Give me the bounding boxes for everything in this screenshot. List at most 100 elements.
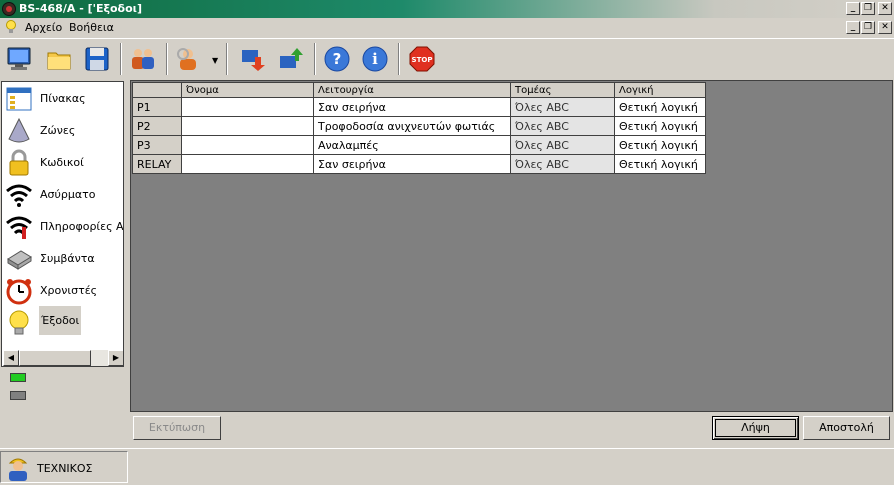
sidebar-item-events[interactable]: Συμβάντα: [2, 243, 123, 275]
table-row[interactable]: P1 Σαν σειρήνα Όλες ABC Θετική λογική: [132, 97, 706, 117]
sector-cell[interactable]: Όλες ABC: [510, 97, 615, 117]
toolbar-separator: [120, 43, 122, 75]
wireless-info-icon: [5, 213, 33, 241]
sidebar-item-label: Ασύρματο: [40, 188, 96, 201]
menu-bar: Αρχείο Βοήθεια _ ❐ ✕: [0, 18, 894, 37]
sector-cell[interactable]: Όλες ABC: [510, 135, 615, 155]
column-header-function[interactable]: Λειτουργία: [313, 82, 511, 98]
sidebar-item-label: Κωδικοί: [40, 156, 84, 169]
user-role-label: ΤΕΧΝΙΚΟΣ: [37, 462, 93, 475]
menu-help[interactable]: Βοήθεια: [69, 21, 114, 34]
wireless-icon: [5, 181, 33, 209]
table-header-row: Όνομα Λειτουργία Τομέας Λογική: [132, 82, 706, 98]
toolbar-separator: [314, 43, 316, 75]
function-cell[interactable]: Σαν σειρήνα: [313, 154, 511, 174]
svg-text:?: ?: [333, 50, 342, 68]
outputs-table: Όνομα Λειτουργία Τομέας Λογική P1 Σαν σει…: [132, 82, 706, 174]
send-button[interactable]: Αποστολή: [803, 416, 890, 440]
name-cell[interactable]: [181, 154, 314, 174]
padlock-icon: [5, 149, 33, 177]
name-cell[interactable]: [181, 116, 314, 136]
help-icon[interactable]: ?: [320, 42, 354, 76]
computer-icon[interactable]: [2, 42, 36, 76]
column-header-id: [132, 82, 182, 98]
column-header-logic[interactable]: Λογική: [614, 82, 706, 98]
child-restore-icon[interactable]: ❐: [861, 21, 875, 34]
users-icon[interactable]: [126, 42, 160, 76]
sidebar-item-timers[interactable]: Χρονιστές: [2, 275, 123, 307]
sidebar-item-zones[interactable]: Ζώνες: [2, 115, 123, 147]
user-settings-icon[interactable]: [172, 42, 206, 76]
title-bar: BS-468/A - ['Εξοδοι] _ ❐ ✕: [0, 0, 894, 18]
scroll-left-icon[interactable]: ◀: [3, 350, 19, 366]
row-id-cell: P1: [132, 97, 182, 117]
download-icon[interactable]: [236, 42, 270, 76]
alarm-clock-icon: [5, 277, 33, 305]
print-button[interactable]: Εκτύπωση: [133, 416, 221, 440]
name-cell[interactable]: [181, 97, 314, 117]
open-folder-icon[interactable]: [42, 42, 76, 76]
sidebar-item-label: Συμβάντα: [40, 252, 95, 265]
status-bar: ΤΕΧΝΙΚΟΣ: [0, 448, 894, 483]
table-row[interactable]: P2 Τροφοδοσία ανιχνευτών φωτιάς Όλες ABC Θε…: [132, 116, 706, 136]
dropdown-arrow-icon[interactable]: ▼: [212, 56, 218, 65]
sidebar-item-label: Πίνακας: [40, 92, 86, 105]
function-cell[interactable]: Αναλαμπές: [313, 135, 511, 155]
technician-icon: [5, 454, 31, 482]
logic-cell[interactable]: Θετική λογική: [614, 135, 706, 155]
status-led-gray: [10, 391, 26, 400]
user-panel: ΤΕΧΝΙΚΟΣ: [0, 451, 128, 483]
sidebar-item-panel[interactable]: Πίνακας: [2, 83, 123, 115]
status-led-green: [10, 373, 26, 382]
outputs-grid-area: Όνομα Λειτουργία Τομέας Λογική P1 Σαν σει…: [130, 80, 893, 412]
sidebar: Πίνακας Ζώνες Κωδικοί Ασύρματο Πληροφορί…: [1, 81, 124, 367]
light-bulb-icon: [5, 309, 33, 337]
menu-file[interactable]: Αρχείο: [25, 21, 62, 34]
function-cell[interactable]: Τροφοδοσία ανιχνευτών φωτιάς: [313, 116, 511, 136]
close-icon[interactable]: ✕: [878, 2, 892, 15]
child-minimize-icon[interactable]: _: [846, 21, 860, 34]
events-icon: [5, 245, 33, 273]
sidebar-item-codes[interactable]: Κωδικοί: [2, 147, 123, 179]
sidebar-item-wireless[interactable]: Ασύρματο: [2, 179, 123, 211]
scroll-right-icon[interactable]: ▶: [108, 350, 123, 366]
toolbar-separator: [398, 43, 400, 75]
sidebar-item-wireless-info[interactable]: Πληροφορίες Ασύ: [2, 211, 123, 243]
toolbar-separator: [226, 43, 228, 75]
sidebar-item-label: Ζώνες: [40, 124, 76, 137]
logic-cell[interactable]: Θετική λογική: [614, 116, 706, 136]
row-id-cell: P2: [132, 116, 182, 136]
child-close-icon[interactable]: ✕: [878, 21, 892, 34]
sector-cell[interactable]: Όλες ABC: [510, 154, 615, 174]
restore-icon[interactable]: ❐: [861, 2, 875, 15]
sector-cell[interactable]: Όλες ABC: [510, 116, 615, 136]
table-row[interactable]: P3 Αναλαμπές Όλες ABC Θετική λογική: [132, 135, 706, 155]
upload-icon[interactable]: [274, 42, 308, 76]
minimize-icon[interactable]: _: [846, 2, 860, 15]
stop-icon[interactable]: STOP: [405, 42, 439, 76]
logic-cell[interactable]: Θετική λογική: [614, 97, 706, 117]
function-cell[interactable]: Σαν σειρήνα: [313, 97, 511, 117]
name-cell[interactable]: [181, 135, 314, 155]
row-id-cell: P3: [132, 135, 182, 155]
panel-icon: [5, 85, 33, 113]
table-row[interactable]: RELAY Σαν σειρήνα Όλες ABC Θετική λογική: [132, 154, 706, 174]
sidebar-item-label: Χρονιστές: [40, 284, 98, 297]
logic-cell[interactable]: Θετική λογική: [614, 154, 706, 174]
column-header-sector[interactable]: Τομέας: [510, 82, 615, 98]
toolbar-separator: [166, 43, 168, 75]
receive-button[interactable]: Λήψη: [712, 416, 799, 440]
svg-text:STOP: STOP: [412, 56, 433, 64]
zones-icon: [5, 117, 33, 145]
column-header-name[interactable]: Όνομα: [181, 82, 314, 98]
app-icon[interactable]: [2, 2, 16, 16]
sidebar-item-outputs[interactable]: Έξοδοι: [2, 306, 123, 339]
sidebar-scrollbar[interactable]: ◀ ▶: [3, 350, 123, 366]
sidebar-item-label: Έξοδοι: [39, 306, 82, 335]
save-disk-icon[interactable]: [80, 42, 114, 76]
info-icon[interactable]: i: [358, 42, 392, 76]
light-bulb-icon: [5, 20, 17, 34]
scroll-thumb[interactable]: [19, 350, 91, 366]
sidebar-item-label: Πληροφορίες Ασύ: [40, 220, 124, 233]
row-id-cell: RELAY: [132, 154, 182, 174]
